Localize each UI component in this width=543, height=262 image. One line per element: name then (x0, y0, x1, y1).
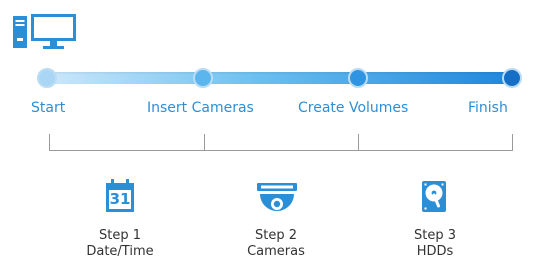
calendar-icon[interactable]: 31 (105, 179, 135, 213)
bracket-divider (358, 134, 359, 151)
task-step-3-subtitle: HDDs (416, 244, 454, 259)
step-label-create-volumes[interactable]: Create Volumes (298, 100, 408, 116)
task-step-3-title: Step 3 (413, 228, 456, 243)
dome-camera-icon[interactable] (256, 182, 298, 217)
calendar-day-text: 31 (109, 190, 131, 208)
task-step-2-title: Step 2 (254, 228, 297, 243)
step-dot-insert-cameras[interactable] (193, 68, 213, 88)
task-step-1-title: Step 1 (98, 228, 141, 243)
setup-wizard-overview: Start Insert Cameras Create Volumes Fini… (0, 0, 543, 262)
step-group-bracket (49, 134, 513, 151)
step-label-start[interactable]: Start (31, 100, 65, 116)
progress-track (44, 72, 514, 84)
bracket-divider (204, 134, 205, 151)
task-step-2-subtitle: Cameras (247, 244, 305, 259)
step-dot-start[interactable] (37, 68, 57, 88)
step-label-insert-cameras[interactable]: Insert Cameras (147, 100, 254, 116)
step-label-finish[interactable]: Finish (468, 100, 508, 116)
step-dot-create-volumes[interactable] (348, 68, 368, 88)
step-dot-finish[interactable] (502, 68, 522, 88)
hard-drive-icon[interactable] (421, 180, 447, 213)
computer-icon (12, 12, 80, 52)
task-step-1-subtitle: Date/Time (86, 244, 154, 259)
